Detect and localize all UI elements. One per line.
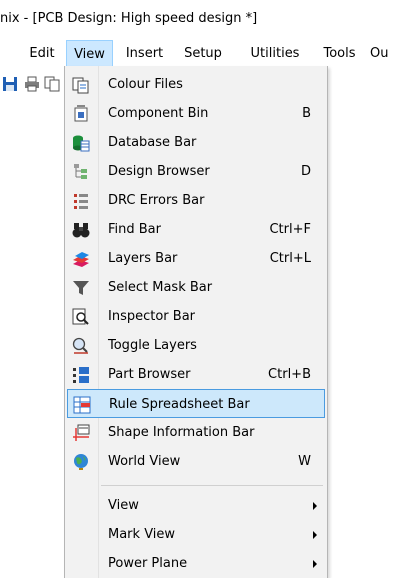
menu-item-label: World View — [108, 454, 181, 469]
part-browser-icon — [73, 367, 89, 383]
design-browser-icon — [74, 164, 87, 179]
menu-item-shortcut: W — [298, 454, 311, 469]
menu-item-world-view[interactable]: World View W — [67, 447, 325, 476]
menu-item-find-bar[interactable]: Find Bar Ctrl+F — [67, 215, 325, 244]
menu-edit[interactable]: Edit — [22, 40, 62, 67]
menu-output[interactable]: Ou — [370, 40, 393, 67]
colour-files-icon — [72, 77, 89, 94]
menu-item-shortcut: Ctrl+B — [268, 367, 311, 382]
menu-view[interactable]: View — [66, 40, 113, 67]
menu-item-label: Colour Files — [108, 77, 183, 92]
menu-item-power-plane-submenu[interactable]: Power Plane — [67, 549, 325, 578]
menu-item-label: Select Mask Bar — [108, 280, 213, 295]
copy-icon[interactable] — [44, 76, 60, 92]
menu-item-label: DRC Errors Bar — [108, 193, 205, 208]
menu-separator — [101, 485, 323, 486]
print-icon[interactable] — [24, 76, 40, 92]
menu-item-label: Design Browser — [108, 164, 210, 179]
screen: nix - [PCB Design: High speed design *] … — [0, 0, 393, 578]
menu-item-label: Power Plane — [108, 556, 188, 571]
menu-item-part-browser[interactable]: Part Browser Ctrl+B — [67, 360, 325, 389]
menu-item-layers-bar[interactable]: Layers Bar Ctrl+L — [67, 244, 325, 273]
menu-item-shape-information-bar[interactable]: Shape Information Bar — [67, 418, 325, 447]
database-icon — [73, 135, 90, 152]
menu-utilities[interactable]: Utilities — [243, 40, 307, 67]
menu-item-colour-files[interactable]: Colour Files — [67, 70, 325, 99]
menu-item-shortcut: B — [302, 106, 311, 121]
menu-item-select-mask-bar[interactable]: Select Mask Bar — [67, 273, 325, 302]
menu-item-label: Database Bar — [108, 135, 197, 150]
menu-tools[interactable]: Tools — [316, 40, 363, 67]
menu-item-label: Mark View — [108, 527, 176, 542]
menu-item-rule-spreadsheet-bar[interactable]: Rule Spreadsheet Bar — [67, 389, 325, 418]
menu-item-shortcut: D — [300, 164, 311, 179]
menu-item-design-browser[interactable]: Design Browser D — [67, 157, 325, 186]
filter-icon — [73, 281, 89, 295]
layers-icon — [73, 252, 89, 267]
window-title: nix - [PCB Design: High speed design *] — [0, 11, 258, 26]
menu-item-mark-view-submenu[interactable]: Mark View — [67, 520, 325, 549]
menu-item-drc-errors-bar[interactable]: DRC Errors Bar — [67, 186, 325, 215]
menu-insert[interactable]: Insert — [118, 40, 171, 67]
menu-item-label: Toggle Layers — [108, 338, 197, 353]
menu-item-toggle-layers[interactable]: Toggle Layers — [67, 331, 325, 360]
menu-item-label: Component Bin — [108, 106, 209, 121]
inspector-icon — [72, 308, 89, 325]
menu-bar: Edit View Insert Setup Utilities Tools O… — [0, 40, 393, 67]
menu-item-label: View — [108, 498, 139, 513]
menu-item-label: Layers Bar — [108, 251, 178, 266]
menu-item-label: Part Browser — [108, 367, 191, 382]
rule-spreadsheet-icon — [73, 396, 91, 414]
title-bar: nix - [PCB Design: High speed design *] — [0, 0, 393, 38]
drc-errors-icon — [74, 194, 88, 209]
menu-item-label: Shape Information Bar — [108, 425, 255, 440]
menu-setup[interactable]: Setup — [177, 40, 229, 67]
submenu-arrow-icon — [313, 531, 317, 539]
globe-icon — [74, 454, 88, 470]
menu-item-label: Inspector Bar — [108, 309, 196, 324]
view-menu: Colour Files Component Bin B Database Ba… — [64, 66, 328, 578]
menu-item-label: Rule Spreadsheet Bar — [109, 397, 250, 412]
menu-item-label: Find Bar — [108, 222, 161, 237]
toggle-layers-icon — [72, 337, 88, 354]
menu-item-shortcut: Ctrl+L — [269, 251, 311, 266]
menu-item-shortcut: Ctrl+F — [269, 222, 311, 237]
component-bin-icon — [74, 105, 88, 122]
menu-item-view-submenu[interactable]: View — [67, 491, 325, 520]
menu-item-inspector-bar[interactable]: Inspector Bar — [67, 302, 325, 331]
shape-info-icon — [73, 424, 90, 441]
menu-item-database-bar[interactable]: Database Bar — [67, 128, 325, 157]
submenu-arrow-icon — [313, 560, 317, 568]
menu-item-component-bin[interactable]: Component Bin B — [67, 99, 325, 128]
save-icon[interactable] — [2, 76, 18, 92]
submenu-arrow-icon — [313, 502, 317, 510]
binoculars-icon — [72, 223, 90, 238]
